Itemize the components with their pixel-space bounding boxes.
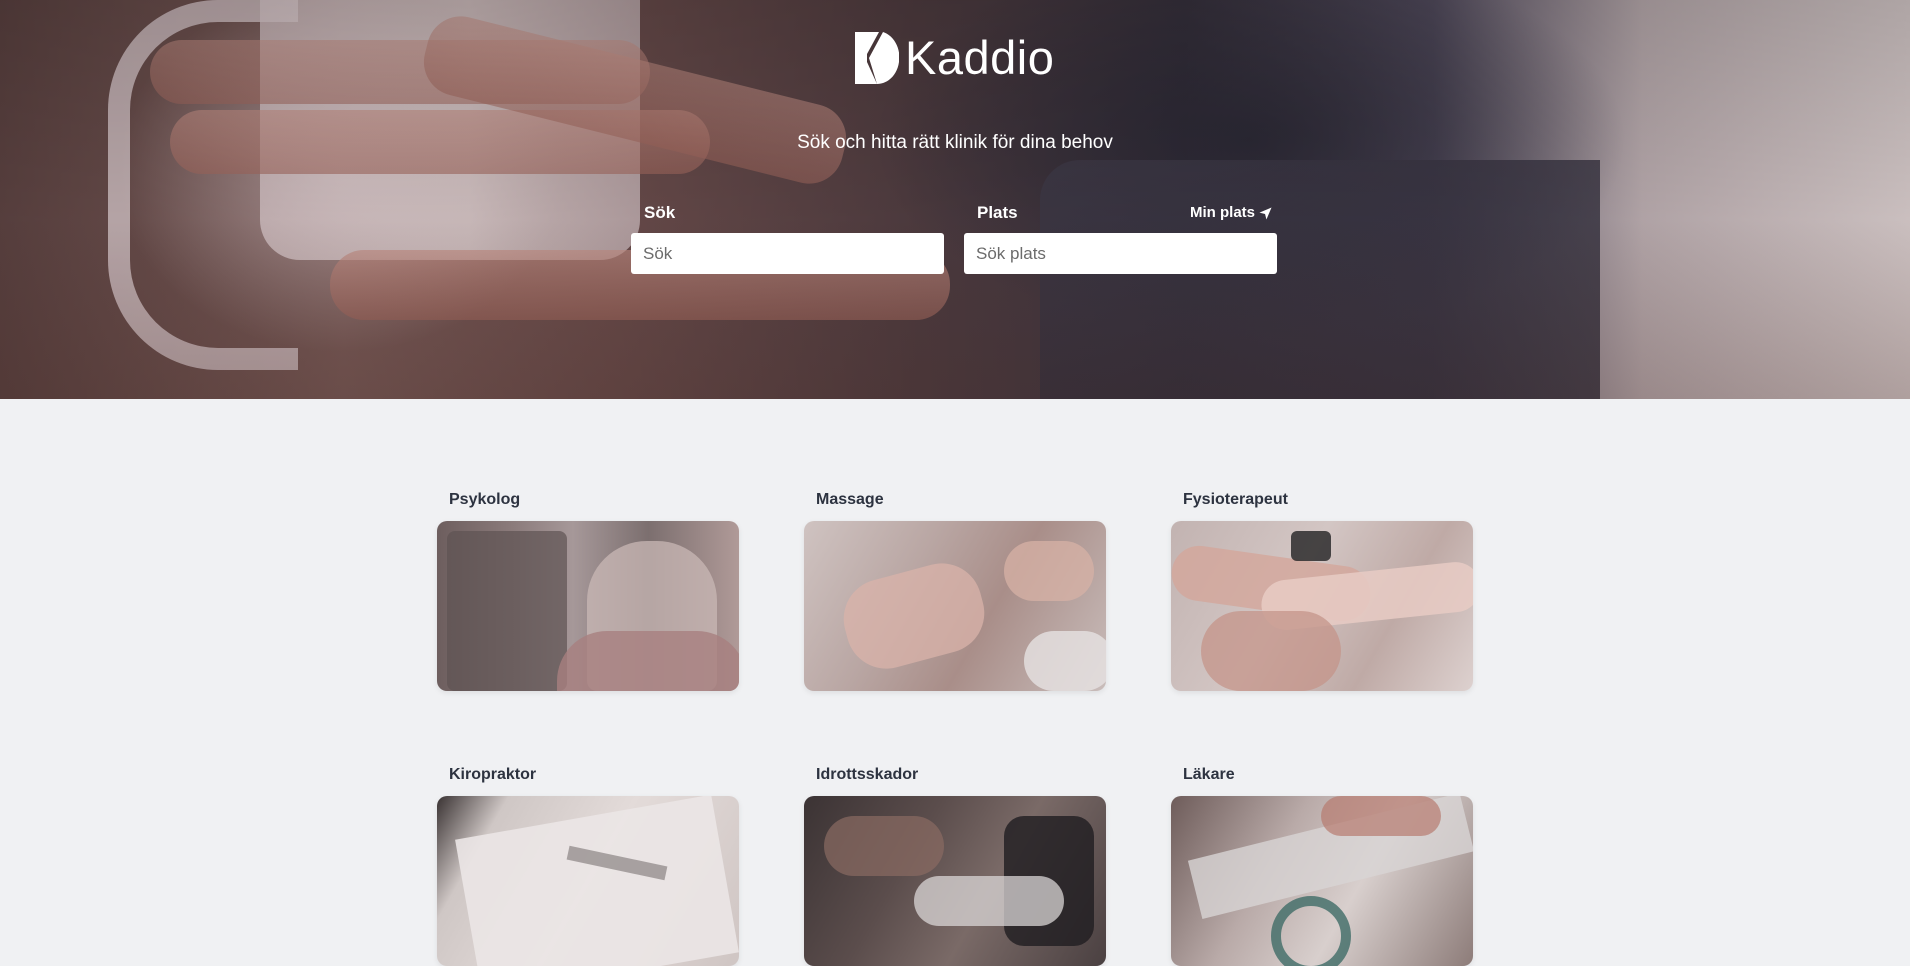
- category-card-kiropraktor[interactable]: Kiropraktor: [437, 765, 739, 966]
- category-card-fysioterapeut[interactable]: Fysioterapeut: [1171, 490, 1473, 691]
- category-title: Psykolog: [449, 491, 521, 508]
- category-image[interactable]: [437, 521, 739, 691]
- search-label: Sök: [644, 203, 676, 222]
- category-title: Idrottsskador: [816, 766, 919, 783]
- category-title: Massage: [816, 491, 884, 508]
- category-title: Kiropraktor: [449, 766, 537, 783]
- category-title: Läkare: [1183, 766, 1235, 783]
- category-card-massage[interactable]: Massage: [804, 490, 1106, 691]
- my-location-label: Min plats: [1190, 204, 1256, 221]
- brand-logo[interactable]: Kaddio: [855, 32, 1054, 84]
- category-image[interactable]: [804, 796, 1106, 966]
- hero-banner: Kaddio Sök och hitta rätt klinik för din…: [0, 0, 1910, 399]
- kaddio-logo-icon: [855, 32, 899, 84]
- category-image[interactable]: [437, 796, 739, 966]
- category-card-lakare[interactable]: Läkare: [1171, 765, 1473, 966]
- category-image[interactable]: [1171, 521, 1473, 691]
- category-card-psykolog[interactable]: Psykolog: [437, 490, 739, 691]
- category-title: Fysioterapeut: [1183, 491, 1288, 508]
- hero-tagline: Sök och hitta rätt klinik för dina behov: [797, 132, 1113, 153]
- category-image[interactable]: [1171, 796, 1473, 966]
- location-arrow-icon: [1259, 206, 1272, 220]
- my-location-button[interactable]: Min plats: [1190, 203, 1278, 223]
- category-card-idrottsskador[interactable]: Idrottsskador: [804, 765, 1106, 966]
- search-input[interactable]: [631, 233, 944, 274]
- location-label: Plats: [977, 203, 1018, 222]
- category-image[interactable]: [804, 521, 1106, 691]
- location-input[interactable]: [964, 233, 1277, 274]
- brand-name: Kaddio: [905, 31, 1055, 84]
